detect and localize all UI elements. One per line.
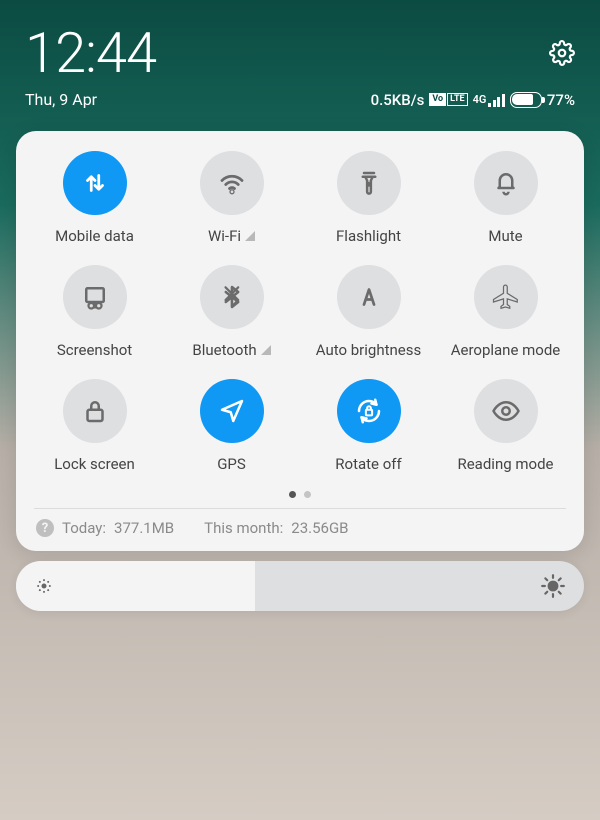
tile-label-mobile-data: Mobile data: [55, 227, 134, 245]
tile-label-aeroplane-mode: Aeroplane mode: [451, 341, 561, 359]
tile-auto-brightness[interactable]: Auto brightness: [300, 265, 437, 359]
tile-label-gps: GPS: [217, 455, 246, 473]
usage-today-label: Today:: [62, 519, 106, 537]
tile-label-screenshot: Screenshot: [57, 341, 132, 359]
tile-lock-screen[interactable]: Lock screen: [26, 379, 163, 473]
network-speed: 0.5KB/s: [371, 91, 425, 109]
tile-label-reading-mode: Reading mode: [457, 455, 553, 473]
gps-icon[interactable]: [200, 379, 264, 443]
brightness-low-icon: [34, 576, 54, 596]
tile-rotate-off[interactable]: Rotate off: [300, 379, 437, 473]
date-label: Thu, 9 Apr: [25, 90, 97, 109]
data-usage-row[interactable]: ? Today: 377.1MB This month: 23.56GB: [26, 517, 574, 543]
usage-month-value: 23.56GB: [291, 519, 348, 537]
lock-icon[interactable]: [63, 379, 127, 443]
bell-icon[interactable]: [474, 151, 538, 215]
tile-label-mute: Mute: [488, 227, 522, 245]
settings-gear-icon[interactable]: [549, 40, 575, 66]
mobile-data-icon[interactable]: [63, 151, 127, 215]
battery-percent: 77%: [547, 91, 575, 109]
auto-brightness-icon[interactable]: [337, 265, 401, 329]
volte-icon: VoLTE: [429, 93, 467, 106]
tile-label-bluetooth: Bluetooth: [192, 341, 270, 359]
flashlight-icon[interactable]: [337, 151, 401, 215]
signal-icon: [488, 93, 505, 107]
tile-mobile-data[interactable]: Mobile data: [26, 151, 163, 245]
screenshot-icon[interactable]: [63, 265, 127, 329]
rotate-lock-icon[interactable]: [337, 379, 401, 443]
tile-label-flashlight: Flashlight: [336, 227, 401, 245]
tile-aeroplane-mode[interactable]: Aeroplane mode: [437, 265, 574, 359]
quick-settings-panel: Mobile data Wi-Fi Flashlight Mute Screenshot…: [16, 131, 584, 551]
expand-chevron-icon[interactable]: [245, 231, 255, 241]
tile-flashlight[interactable]: Flashlight: [300, 151, 437, 245]
tile-label-auto-brightness: Auto brightness: [316, 341, 421, 359]
tile-label-lock-screen: Lock screen: [54, 455, 135, 473]
tile-mute[interactable]: Mute: [437, 151, 574, 245]
brightness-slider[interactable]: [16, 561, 584, 611]
page-indicator[interactable]: [26, 491, 574, 498]
battery-icon: [510, 92, 542, 108]
bluetooth-icon[interactable]: [200, 265, 264, 329]
tile-bluetooth[interactable]: Bluetooth: [163, 265, 300, 359]
network-type: 4G: [473, 95, 487, 105]
usage-today-value: 377.1MB: [114, 519, 174, 537]
usage-month-label: This month:: [204, 519, 283, 537]
help-icon: ?: [36, 519, 54, 537]
tile-label-wifi: Wi-Fi: [208, 227, 255, 245]
divider: [34, 508, 566, 509]
eye-icon[interactable]: [474, 379, 538, 443]
status-bar: 0.5KB/s VoLTE 4G 77%: [371, 91, 575, 109]
brightness-high-icon: [540, 573, 566, 599]
page-dot-1[interactable]: [289, 491, 296, 498]
expand-chevron-icon[interactable]: [261, 345, 271, 355]
tile-label-rotate-off: Rotate off: [335, 455, 401, 473]
wifi-icon[interactable]: [200, 151, 264, 215]
tile-gps[interactable]: GPS: [163, 379, 300, 473]
airplane-icon[interactable]: [474, 265, 538, 329]
tile-screenshot[interactable]: Screenshot: [26, 265, 163, 359]
page-dot-2[interactable]: [304, 491, 311, 498]
tile-wifi[interactable]: Wi-Fi: [163, 151, 300, 245]
clock-time: 12:44: [25, 20, 156, 86]
tile-reading-mode[interactable]: Reading mode: [437, 379, 574, 473]
